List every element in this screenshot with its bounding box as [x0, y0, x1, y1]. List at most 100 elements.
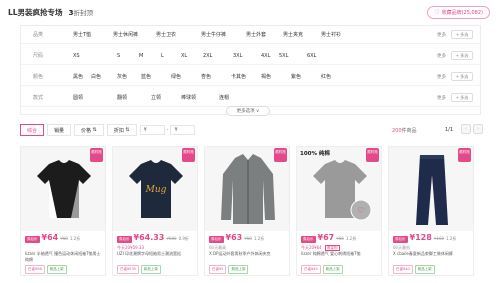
filter-option[interactable]: 男士休闲裤 — [113, 31, 138, 38]
filter-option[interactable]: 男士衬衫 — [321, 31, 341, 38]
prev-page-button[interactable]: ‹ — [461, 124, 471, 134]
filter-option[interactable]: 6XL — [307, 53, 316, 59]
filter-more-link[interactable]: 更多 — [437, 74, 446, 80]
product-card[interactable]: ♡ 100% 纯棉 限时抢 券后价 ¥67 ¥68 1.2折 今天20¥64 限量购 lizze… — [296, 146, 382, 276]
filter-option[interactable]: 红色 — [321, 73, 331, 80]
original-price: ¥600 — [166, 236, 177, 241]
price-min-input[interactable]: ¥ — [139, 125, 165, 135]
filter-option[interactable]: XS — [73, 53, 80, 59]
current-price: ¥63 — [225, 233, 243, 242]
product-chip: 已省¥40 — [393, 265, 413, 274]
price-label: 券后价 — [393, 236, 408, 243]
filter-option[interactable]: 3XL — [233, 53, 242, 59]
price-row: 券后价 ¥67 ¥68 1.2折 — [301, 233, 356, 243]
price-dash: - — [166, 127, 169, 133]
discount-rate: 0.9折 — [178, 236, 189, 241]
product-title[interactable]: lizzer 半袖透气 撞色运动休闲短袖T恤男士纯棉 — [25, 251, 103, 262]
product-title[interactable]: X DP运动外套男秋季户外休闲夹克 — [209, 251, 287, 262]
sort-price[interactable]: 价格 ⇅ — [74, 124, 104, 136]
sort-bar: 综合 销量 价格 ⇅ 折扣 ⇅ ¥ - ¥ 200件商品 1/1 ‹ › — [20, 122, 483, 138]
product-title[interactable]: UZI 印花潮牌字母短袖男士潮流宽松 — [117, 251, 195, 262]
price-note-text: 60天最高 — [209, 245, 227, 250]
filter-option[interactable]: 棒球领 — [181, 94, 196, 101]
promo-tag: 限时抢 — [182, 148, 195, 162]
filter-option[interactable]: M — [139, 53, 143, 59]
filter-option[interactable]: 灰色 — [117, 73, 127, 80]
filter-multiselect-button[interactable]: + 多选 — [451, 30, 473, 39]
filter-more-link[interactable]: 更多 — [437, 53, 446, 59]
discount-rate: 1.2折 — [69, 236, 81, 241]
filter-option[interactable]: 男士T恤 — [73, 31, 91, 38]
filter-option[interactable]: 男士卫衣 — [156, 31, 176, 38]
price-row: 券后价 ¥63 ¥68 1.2折 — [209, 233, 264, 243]
filter-multiselect-button[interactable]: + 多选 — [451, 93, 473, 102]
discount-rate: 1.2折 — [345, 236, 357, 241]
filter-option[interactable]: 圆领 — [73, 94, 83, 101]
filter-option[interactable]: 翻领 — [117, 94, 127, 101]
current-price: ¥64.33 — [133, 233, 165, 242]
filter-option[interactable]: 男士外套 — [246, 31, 266, 38]
sort-sales[interactable]: 销量 — [47, 124, 72, 136]
heart-icon: ♡ — [434, 8, 440, 16]
chip-row: 已省¥5 新品上架 — [209, 265, 249, 274]
filter-option[interactable]: 2XL — [203, 53, 212, 59]
product-card[interactable]: 限时抢 券后价 ¥63 ¥68 1.2折 60天最高 X DP运动外套男秋季户外休闲夹克 已省… — [204, 146, 290, 276]
original-price: ¥68 — [60, 236, 68, 241]
price-row: 券后价 ¥128 ¥168 1.2折 — [393, 233, 456, 243]
page-title: LL男装疯抢专场 — [8, 7, 63, 17]
chip-row: 已省¥40 新品上架 — [393, 265, 435, 274]
filter-option[interactable]: 男士夹克 — [283, 31, 303, 38]
product-chip: 新品上架 — [46, 265, 67, 274]
sort-price-label: 价格 — [81, 127, 92, 134]
filter-option[interactable]: 紫色 — [291, 73, 301, 80]
filter-more-link[interactable]: 更多 — [437, 32, 446, 38]
product-card[interactable]: 限时抢 券后价 ¥128 ¥168 1.2折 60天最低 X cbaile春夏新品束脚工装休… — [388, 146, 474, 276]
filter-row: 品类 男士T恤 男士休闲裤 男士卫衣 男士牛仔裤 男士外套 男士夹克 男士衬衫 更多 + 多选 — [21, 26, 480, 44]
filter-option[interactable]: 白色 — [91, 73, 101, 80]
price-note-text: 今天20¥64 — [301, 245, 323, 250]
discount-rate: 1.2折 — [253, 236, 265, 241]
filter-option[interactable]: 绿色 — [171, 73, 181, 80]
product-card[interactable]: Mug 限时抢 券后价 ¥64.33 ¥600 0.9折 今天20¥59.33 UZI 印花潮… — [112, 146, 198, 276]
filter-row: 款式 圆领 翻领 立领 棒球领 连帽 更多 + 多选 — [21, 89, 480, 107]
filter-option[interactable]: 5XL — [279, 53, 288, 59]
filter-option[interactable]: 褐色 — [261, 73, 271, 80]
total-count: 200件商品 — [392, 127, 417, 134]
filter-option[interactable]: 4XL — [261, 53, 270, 59]
expand-options-button[interactable]: 更多选项 ∨ — [226, 106, 270, 116]
filter-option[interactable]: XL — [181, 53, 187, 59]
filter-option[interactable]: 蓝色 — [141, 73, 151, 80]
filter-option[interactable]: 黑色 — [73, 73, 83, 80]
product-title[interactable]: lizzer 纯棉透气 爱心刺绣短袖T恤 — [301, 251, 379, 262]
price-max-input[interactable]: ¥ — [170, 125, 196, 135]
filter-option[interactable]: 连帽 — [219, 94, 229, 101]
product-chip: 已省¥98 — [25, 265, 45, 274]
chip-row: 已省¥535 新品上架 — [117, 265, 161, 274]
filter-multiselect-button[interactable]: + 多选 — [451, 72, 473, 81]
filter-option[interactable]: 立领 — [151, 94, 161, 101]
favorite-brand-button[interactable]: ♡ 收藏品牌(25,082) — [427, 6, 490, 19]
sort-default[interactable]: 综合 — [20, 124, 45, 136]
product-card[interactable]: 限时抢 券后价 ¥64 ¥68 1.2折 lizzer 半袖透气 撞色运动休闲短袖T恤男士… — [20, 146, 106, 276]
filter-option[interactable]: 男士牛仔裤 — [201, 31, 226, 38]
filter-option[interactable]: 卡其色 — [231, 73, 246, 80]
product-grid: 限时抢 券后价 ¥64 ¥68 1.2折 lizzer 半袖透气 撞色运动休闲短袖T恤男士… — [20, 146, 481, 276]
filter-multiselect-button[interactable]: + 多选 — [451, 51, 473, 60]
price-note-text: 今天20¥59.33 — [117, 245, 145, 250]
filter-row-label: 款式 — [33, 95, 44, 101]
sort-arrow-icon: ⇅ — [91, 127, 97, 133]
product-chip: 已省¥5 — [209, 265, 227, 274]
original-price: ¥68 — [336, 236, 344, 241]
next-page-button[interactable]: › — [473, 124, 483, 134]
sort-discount[interactable]: 折扣 ⇅ — [106, 124, 137, 136]
price-label: 券后价 — [209, 236, 224, 243]
product-chip: 新品上架 — [322, 265, 343, 274]
filter-row-label: 尺码 — [33, 53, 44, 59]
promo-tag: 限时抢 — [366, 148, 379, 162]
filter-more-link[interactable]: 更多 — [437, 95, 446, 101]
filter-option[interactable]: L — [161, 53, 164, 59]
filter-option[interactable]: S — [117, 53, 120, 59]
filter-option[interactable]: 杏色 — [201, 73, 211, 80]
price-label: 券后价 — [117, 236, 132, 243]
product-title[interactable]: X cbaile春夏新品束脚工装休闲裤 — [393, 251, 471, 262]
